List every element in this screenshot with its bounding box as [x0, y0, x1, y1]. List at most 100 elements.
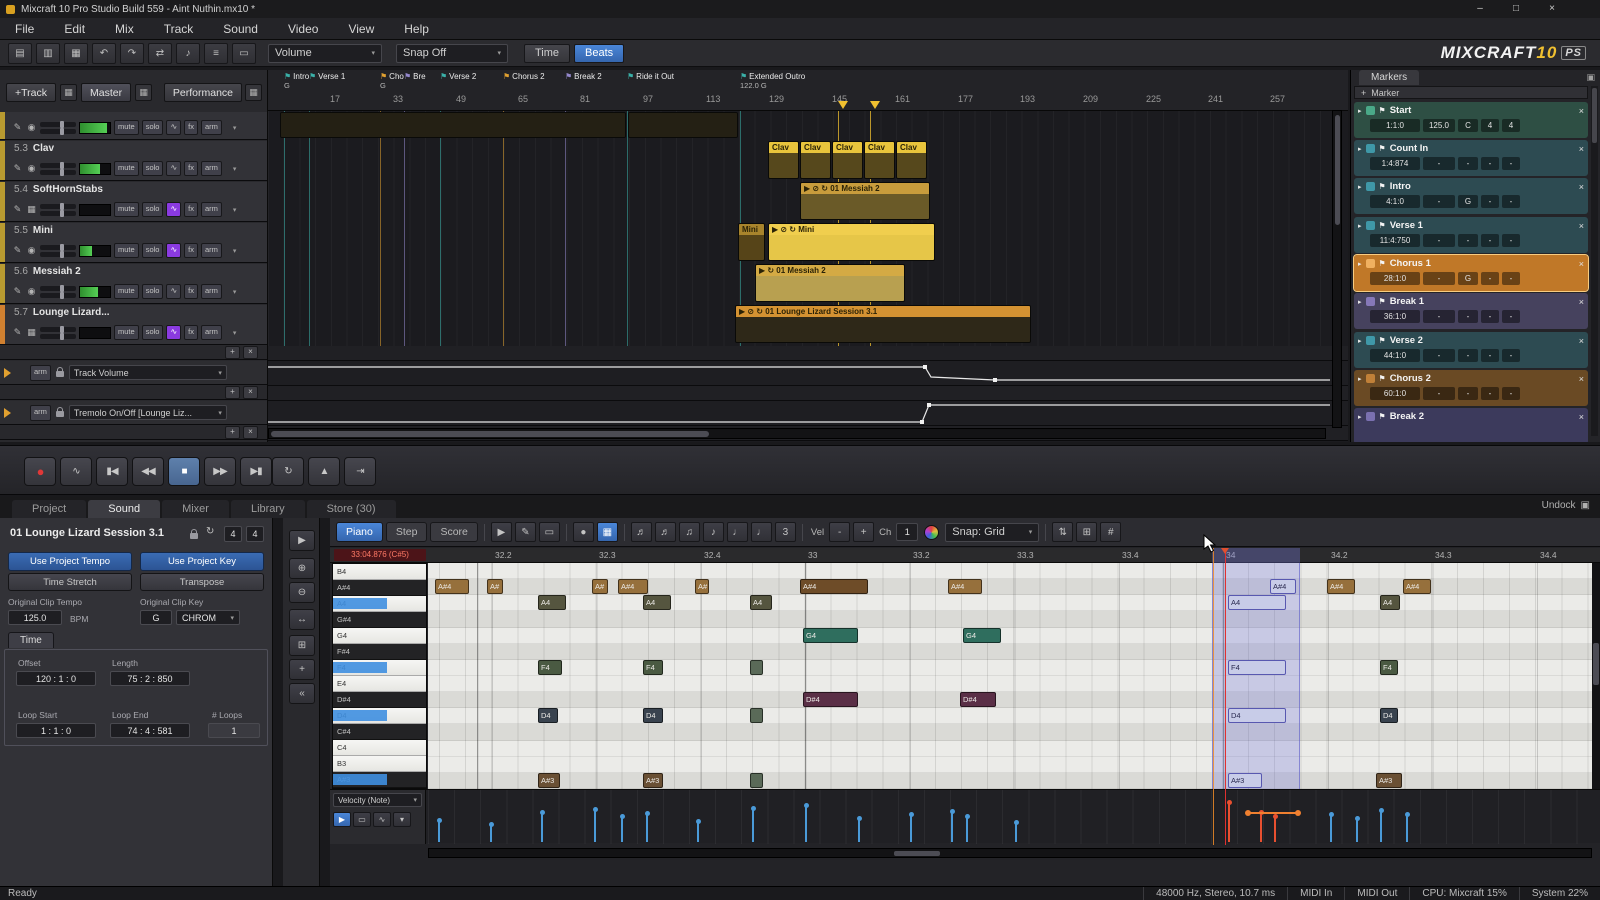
marker-name[interactable]: Count In [1390, 143, 1575, 154]
use-project-tempo-button[interactable]: Use Project Tempo [8, 552, 132, 571]
velocity-stem[interactable] [1015, 822, 1017, 842]
note-duration-button[interactable]: ♫ [679, 522, 700, 542]
close-button[interactable]: × [1534, 0, 1570, 18]
automation-param-dropdown[interactable]: Track Volume▾ [69, 365, 227, 380]
mixer-icon[interactable]: ▭ [232, 43, 256, 64]
loop-selection-icon[interactable]: ⇄ [148, 43, 172, 64]
instrument-icon[interactable]: ▦ [26, 327, 37, 338]
velocity-stem[interactable] [594, 809, 596, 842]
marker-key-field[interactable]: G [1458, 272, 1478, 285]
track-header[interactable]: 5.6Messiah 2 ✎ ◉ mute solo ∿ fx arm ▾ [0, 264, 268, 304]
select-tool[interactable]: ▶ [491, 522, 512, 542]
track-header[interactable]: ✎ ◉ mute solo ∿ fx arm ▾ [0, 112, 268, 140]
chevron-down-icon[interactable]: ▾ [233, 288, 237, 296]
add-lane-button[interactable]: + [225, 426, 240, 439]
marker-name[interactable]: Start [1390, 105, 1575, 116]
instrument-icon[interactable]: ◉ [26, 122, 37, 133]
expand-chevron-icon[interactable]: ▸ [1358, 413, 1362, 421]
track-header[interactable]: 5.7Lounge Lizard... ✎ ▦ mute solo ∿ fx a… [0, 305, 268, 345]
midi-note[interactable]: F4 [538, 660, 562, 675]
timeline-marker-flag[interactable]: ⚑Verse 1 [309, 72, 345, 81]
timeline-marker-flag[interactable]: ⚑Break 2 [565, 72, 602, 81]
marker-meter-upper-field[interactable]: - [1481, 349, 1499, 362]
velocity-stem[interactable] [1380, 810, 1382, 842]
arrange-vertical-scrollbar[interactable] [1332, 110, 1342, 428]
midi-note[interactable]: A#4 [435, 579, 469, 594]
midi-note[interactable]: D#4 [803, 692, 858, 707]
piano-key[interactable]: D4 [333, 708, 426, 724]
audio-midi-clip[interactable]: ▶ ⊘ ↻ 01 Messiah 2 [800, 182, 930, 220]
marker-row[interactable]: ▸ ⚑ Chorus 1 × 28:1:0 - G - - [1354, 255, 1588, 291]
lane-arm-button[interactable]: arm [30, 365, 51, 381]
channel-spinner[interactable]: 1 [896, 523, 918, 541]
velocity-play-button[interactable]: ▶ [333, 812, 351, 827]
delete-marker-icon[interactable]: × [1579, 221, 1584, 231]
playhead-marker[interactable] [1221, 548, 1229, 554]
midi-note[interactable]: D4 [643, 708, 663, 723]
stop-button[interactable]: ■ [168, 457, 200, 486]
automation-curve-button[interactable]: ∿ [166, 202, 181, 217]
chevron-down-icon[interactable]: ▾ [233, 124, 237, 132]
marker-meter-lower-field[interactable]: - [1502, 272, 1520, 285]
note-duration-button[interactable]: ♬ [631, 522, 652, 542]
velocity-stem[interactable] [438, 820, 440, 842]
midi-note[interactable]: D#4 [960, 692, 996, 707]
fx-button[interactable]: fx [184, 161, 198, 176]
automation-point[interactable] [927, 403, 931, 407]
triplet-button[interactable]: 3 [775, 522, 796, 542]
marker-tempo-field[interactable]: - [1423, 234, 1455, 247]
marker-color-chip[interactable] [1366, 106, 1375, 115]
menu-item[interactable]: Mix [100, 18, 149, 40]
marker-meter-upper-field[interactable]: - [1481, 272, 1499, 285]
velocity-tool-button[interactable]: ▭ [353, 812, 371, 827]
piano-key[interactable]: G4 [333, 628, 426, 644]
marker-time-field[interactable]: 11:4:750 [1370, 234, 1420, 247]
marker-key-field[interactable]: - [1458, 387, 1478, 400]
marker-meter-lower-field[interactable]: - [1502, 310, 1520, 323]
piano-key[interactable]: F4 [333, 660, 426, 676]
snap-grid-dropdown[interactable]: Snap: Grid▾ [945, 523, 1039, 542]
track-name[interactable]: SoftHornStabs [33, 184, 103, 195]
marker-color-chip[interactable] [1366, 374, 1375, 383]
arm-button[interactable]: arm [201, 202, 222, 217]
expand-chevron-icon[interactable]: ▸ [1358, 222, 1362, 230]
piano-key[interactable]: B4 [333, 564, 426, 580]
delete-marker-icon[interactable]: × [1579, 336, 1584, 346]
audio-midi-clip[interactable]: Clav [864, 141, 895, 179]
velocity-stem[interactable] [1356, 818, 1358, 842]
marker-row[interactable]: ▸ ⚑ Break 1 × 36:1:0 - - - - [1354, 293, 1588, 329]
automation-curve-button[interactable]: ∿ [166, 120, 181, 135]
loop-start-field[interactable]: 1 : 1 : 0 [16, 723, 96, 738]
piano-keyboard[interactable]: B4 A#4 A4 G#4 G4 F#4 F4 E4 D#4 D4 C#4 [332, 563, 427, 789]
marker-key-field[interactable]: - [1458, 349, 1478, 362]
audio-midi-clip[interactable]: Mini [738, 223, 765, 261]
menu-item[interactable]: Edit [49, 18, 100, 40]
velocity-stem[interactable] [621, 816, 623, 842]
velocity-options-dropdown[interactable]: ▾ [393, 812, 411, 827]
lane-arm-button[interactable]: arm [30, 405, 51, 421]
note-color-wheel[interactable] [924, 525, 939, 540]
note-duration-button[interactable]: ♩ [727, 522, 748, 542]
marker-name[interactable]: Chorus 1 [1390, 258, 1575, 269]
velocity-stem[interactable] [1228, 802, 1230, 842]
metronome-icon[interactable]: ♪ [176, 43, 200, 64]
zoom-out-button[interactable]: ⊖ [289, 582, 315, 603]
mute-button[interactable]: mute [114, 325, 139, 340]
marker-color-chip[interactable] [1366, 412, 1375, 421]
redo-icon[interactable]: ↷ [120, 43, 144, 64]
marker-meter-lower-field[interactable]: - [1502, 234, 1520, 247]
snap-dropdown[interactable]: Snap Off▾ [396, 44, 508, 63]
expand-chevron-icon[interactable]: ▸ [1358, 260, 1362, 268]
loop-toggle-button[interactable]: ↻ [272, 457, 304, 486]
midi-note[interactable]: F4 [643, 660, 663, 675]
piano-key[interactable]: E4 [333, 676, 426, 692]
track-name[interactable]: Mini [33, 225, 53, 236]
arm-button[interactable]: arm [201, 243, 222, 258]
midi-note[interactable]: G4 [803, 628, 858, 643]
time-section-tab[interactable]: Time [8, 632, 54, 648]
loop-point-flag[interactable] [838, 101, 848, 109]
note-duration-button[interactable]: ♪ [703, 522, 724, 542]
velocity-stem[interactable] [1274, 816, 1276, 842]
add-button[interactable]: + [289, 659, 315, 680]
midi-note[interactable]: F4 [1380, 660, 1398, 675]
